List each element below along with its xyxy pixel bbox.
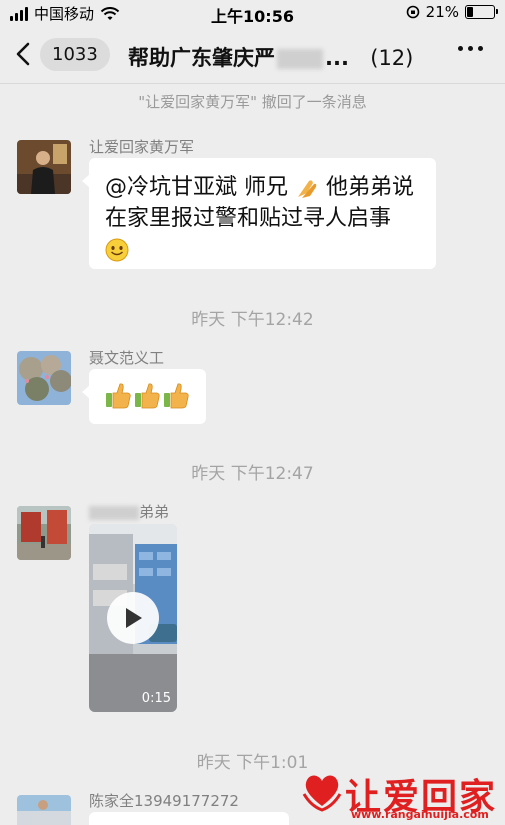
sender-name-suffix: 弟弟 [139,503,170,521]
member-count: (12) [370,46,414,70]
message-line: @冷坑甘亚斌 师兄 他弟弟说 [105,172,436,203]
status-right: 21% [406,3,498,21]
play-button[interactable] [107,592,159,644]
message-bubble[interactable] [89,812,289,825]
dot-icon [468,46,473,51]
chat-header: 1033 帮助广东肇庆严... (12) [0,26,505,84]
avatar[interactable] [17,795,71,825]
redacted-blur [89,505,139,520]
message-text: 他弟弟说 [326,175,415,200]
more-options-button[interactable] [458,46,483,51]
video-message[interactable]: 0:15 [89,524,177,712]
chat-title: 帮助广东肇庆严... (12) [128,42,413,72]
message-bubble[interactable]: @冷坑甘亚斌 师兄 他弟弟说 在家里报过警和贴过寻人启事 [82,158,436,269]
dot-icon [458,46,463,51]
status-bar: 中国移动 上午10:56 21% [0,0,505,26]
pray-emoji-icon [298,180,317,198]
battery-icon [465,5,498,19]
avatar[interactable] [17,351,71,405]
watermark-logo: 让爱回家 www.rangaihuijia.com [301,768,497,824]
smile-emoji-icon [105,238,129,262]
chevron-left-icon [16,42,30,66]
message-line: 在家里报过警和贴过寻人启事 [105,206,392,231]
message-bubble[interactable] [82,369,206,424]
time-divider: 昨天 下午12:42 [191,310,314,330]
heart-hands-icon [302,775,342,812]
avatar[interactable] [17,140,71,194]
watermark-url: www.rangaihuijia.com [351,808,489,821]
sender-name: 让爱回家黄万军 [89,138,195,156]
battery-percent: 21% [425,3,459,21]
time-divider: 昨天 下午12:47 [191,464,314,484]
sender-name: 陈家全13949177272 [89,792,239,810]
unread-count-badge: 1033 [40,37,110,71]
thumbs-up-emoji-icon [106,383,189,409]
dot-icon [478,46,483,51]
play-icon [126,608,142,628]
recall-notice: "让爱回家黄万军" 撤回了一条消息 [138,93,367,111]
video-duration: 0:15 [141,691,171,706]
chat-title-text: 帮助广东肇庆严 [128,46,275,70]
redacted-blur [277,49,323,69]
avatar[interactable] [17,506,71,560]
sender-name: 弟弟 [89,501,169,522]
orientation-lock-icon [406,5,419,19]
sender-name: 聂文范义工 [89,349,165,367]
message-text: @冷坑甘亚斌 师兄 [105,175,288,200]
back-button[interactable]: 1033 [12,34,110,74]
title-ellipsis: ... [325,46,349,70]
